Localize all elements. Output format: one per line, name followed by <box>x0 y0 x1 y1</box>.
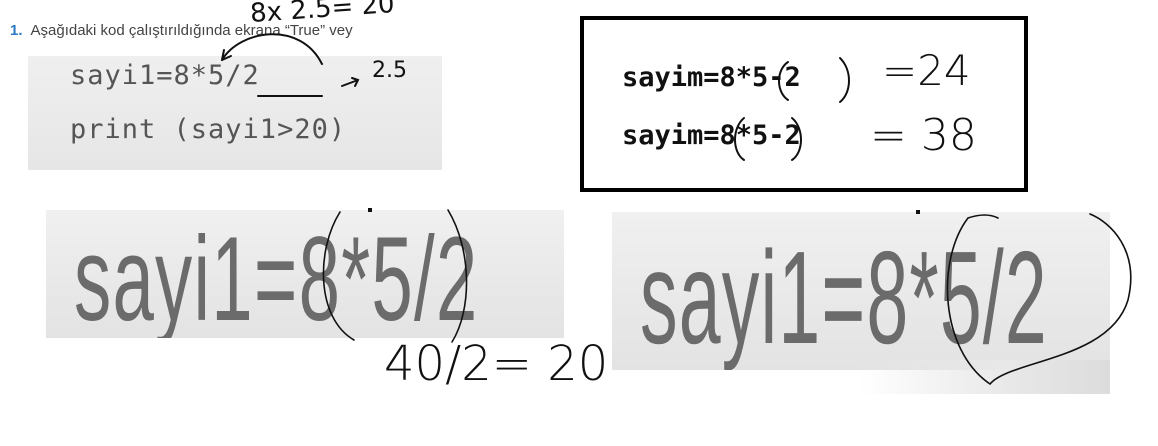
ink-dot-left <box>368 208 372 212</box>
ink-strokes <box>221 33 1132 386</box>
arc-arrow <box>221 33 323 65</box>
box-paren-close-2 <box>791 117 802 161</box>
ink-dot-right <box>916 210 920 214</box>
box-paren-open-2 <box>734 117 745 161</box>
crop-paren-close <box>447 209 468 343</box>
crop-paren-open <box>322 211 355 341</box>
box-paren-open-1 <box>778 61 789 101</box>
box-paren-close-1 <box>839 57 850 103</box>
small-arrow <box>341 77 360 87</box>
crop-circle <box>946 213 1132 386</box>
